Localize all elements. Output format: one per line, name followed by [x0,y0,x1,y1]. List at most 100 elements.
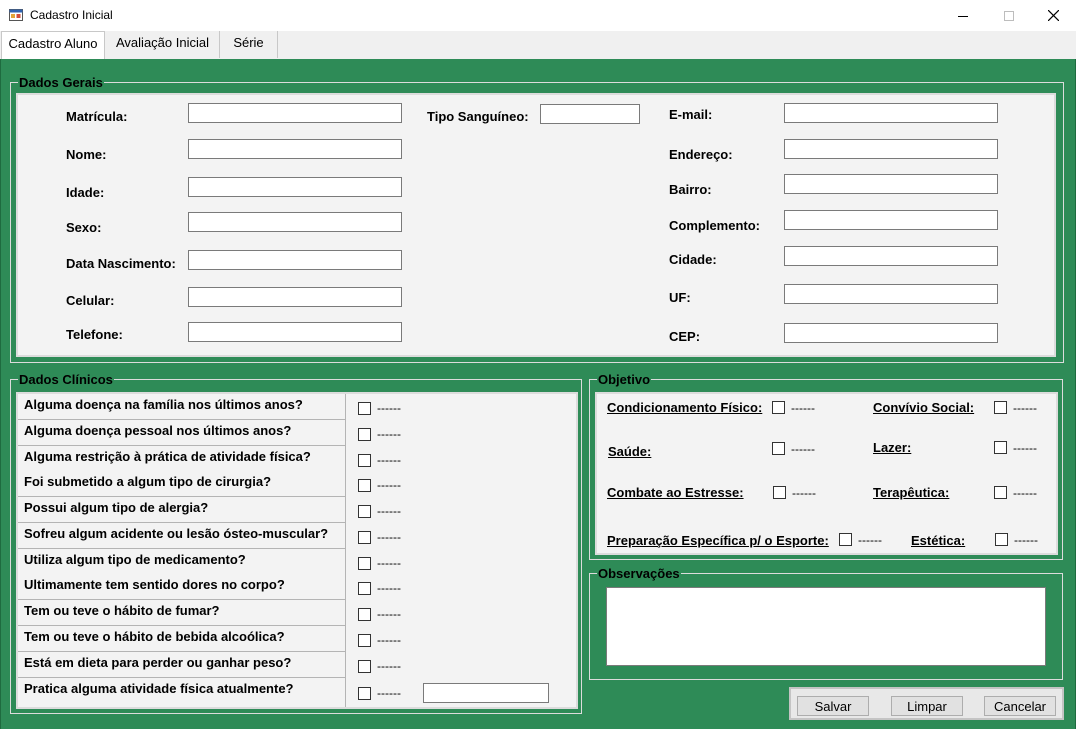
table-row: Tem ou teve o hábito de fumar? ------ [18,600,575,626]
complemento-label: Complemento: [669,218,760,233]
tab-serie[interactable]: Série [220,31,278,58]
data-nascimento-input[interactable] [188,250,402,270]
question-checkbox[interactable] [358,608,371,621]
complemento-input[interactable] [784,210,998,230]
question-detail: ------ [377,556,401,570]
question-checkbox[interactable] [358,428,371,441]
question-label: Tem ou teve o hábito de fumar? [18,600,346,626]
lazer-label: Lazer: [873,440,912,455]
nome-input[interactable] [188,139,402,159]
app-icon [9,8,23,22]
table-row: Tem ou teve o hábito de bebida alcoólica… [18,626,575,652]
question-label: Possui algum tipo de alergia? [18,497,346,523]
matricula-label: Matrícula: [66,109,128,124]
tipo-sanguineo-input[interactable] [540,104,640,124]
objetivo-panel [595,392,1058,555]
dados-clinicos-table: Alguma doença na família nos últimos ano… [16,392,578,709]
table-row: Alguma doença pessoal nos últimos anos? … [18,420,575,446]
question-detail: ------ [377,427,401,441]
telefone-label: Telefone: [66,327,123,342]
celular-input[interactable] [188,287,402,307]
question-detail: ------ [377,504,401,518]
nome-label: Nome: [66,147,107,162]
combate-estresse-detail: ------ [792,486,816,500]
condicionamento-fisico-checkbox[interactable] [772,401,785,414]
tab-cadastro-aluno[interactable]: Cadastro Aluno [1,31,105,59]
table-row: Alguma restrição à prática de atividade … [18,446,575,472]
cep-label: CEP: [669,329,701,344]
email-input[interactable] [784,103,998,123]
preparacao-esporte-checkbox[interactable] [839,533,852,546]
uf-input[interactable] [784,284,998,304]
estetica-label: Estética: [911,533,966,548]
cidade-input[interactable] [784,246,998,266]
observacoes-textarea[interactable] [606,587,1046,666]
dados-clinicos-title: Dados Clínicos [18,372,114,387]
dados-gerais-title: Dados Gerais [18,75,104,90]
question-checkbox[interactable] [358,660,371,673]
question-label: Sofreu algum acidente ou lesão ósteo-mus… [18,523,346,549]
question-checkbox[interactable] [358,505,371,518]
question-label: Ultimamente tem sentido dores no corpo? [18,574,346,600]
table-row: Utiliza algum tipo de medicamento? -----… [18,549,575,575]
tipo-sanguineo-label: Tipo Sanguíneo: [427,109,529,124]
question-checkbox[interactable] [358,634,371,647]
idade-label: Idade: [66,185,105,200]
question-label: Está em dieta para perder ou ganhar peso… [18,652,346,678]
table-row: Ultimamente tem sentido dores no corpo? … [18,574,575,600]
question-checkbox[interactable] [358,531,371,544]
celular-label: Celular: [66,293,115,308]
question-detail: ------ [377,401,401,415]
question-checkbox[interactable] [358,479,371,492]
estetica-checkbox[interactable] [995,533,1008,546]
maximize-button[interactable] [986,0,1032,31]
matricula-input[interactable] [188,103,402,123]
terapeutica-detail: ------ [1013,486,1037,500]
title-bar [0,0,1076,31]
question-label: Tem ou teve o hábito de bebida alcoólica… [18,626,346,652]
bairro-label: Bairro: [669,182,712,197]
question-label: Alguma restrição à prática de atividade … [18,446,346,472]
question-checkbox[interactable] [358,687,371,700]
saude-checkbox[interactable] [772,442,785,455]
clear-button[interactable]: Limpar [891,696,963,716]
question-checkbox[interactable] [358,582,371,595]
combate-estresse-checkbox[interactable] [773,486,786,499]
save-button[interactable]: Salvar [797,696,869,716]
convivio-social-detail: ------ [1013,401,1037,415]
idade-input[interactable] [188,177,402,197]
question-checkbox[interactable] [358,454,371,467]
tab-avaliacao-inicial[interactable]: Avaliação Inicial [106,31,220,58]
cep-input[interactable] [784,323,998,343]
telefone-input[interactable] [188,322,402,342]
question-detail: ------ [377,581,401,595]
saude-label: Saúde: [608,444,652,459]
close-button[interactable] [1030,0,1076,31]
endereco-label: Endereço: [669,147,733,162]
question-label: Alguma doença pessoal nos últimos anos? [18,420,346,446]
convivio-social-checkbox[interactable] [994,401,1007,414]
question-label: Pratica alguma atividade física atualmen… [18,678,346,707]
bairro-input[interactable] [784,174,998,194]
condicionamento-fisico-detail: ------ [791,401,815,415]
sexo-input[interactable] [188,212,402,232]
minimize-button[interactable] [940,0,986,31]
combate-estresse-label: Combate ao Estresse: [607,485,744,500]
cidade-label: Cidade: [669,252,717,267]
terapeutica-checkbox[interactable] [994,486,1007,499]
question-detail: ------ [377,633,401,647]
question-checkbox[interactable] [358,402,371,415]
endereco-input[interactable] [784,139,998,159]
lazer-checkbox[interactable] [994,441,1007,454]
question-checkbox[interactable] [358,557,371,570]
lazer-detail: ------ [1013,441,1037,455]
question-label: Utiliza algum tipo de medicamento? [18,549,346,575]
email-label: E-mail: [669,107,713,122]
question-detail: ------ [377,530,401,544]
sexo-label: Sexo: [66,220,102,235]
preparacao-esporte-label: Preparação Específica p/ o Esporte: [607,533,829,548]
atividade-fisica-input[interactable] [423,683,549,703]
question-label: Alguma doença na família nos últimos ano… [18,394,346,420]
terapeutica-label: Terapêutica: [873,485,950,500]
cancel-button[interactable]: Cancelar [984,696,1056,716]
